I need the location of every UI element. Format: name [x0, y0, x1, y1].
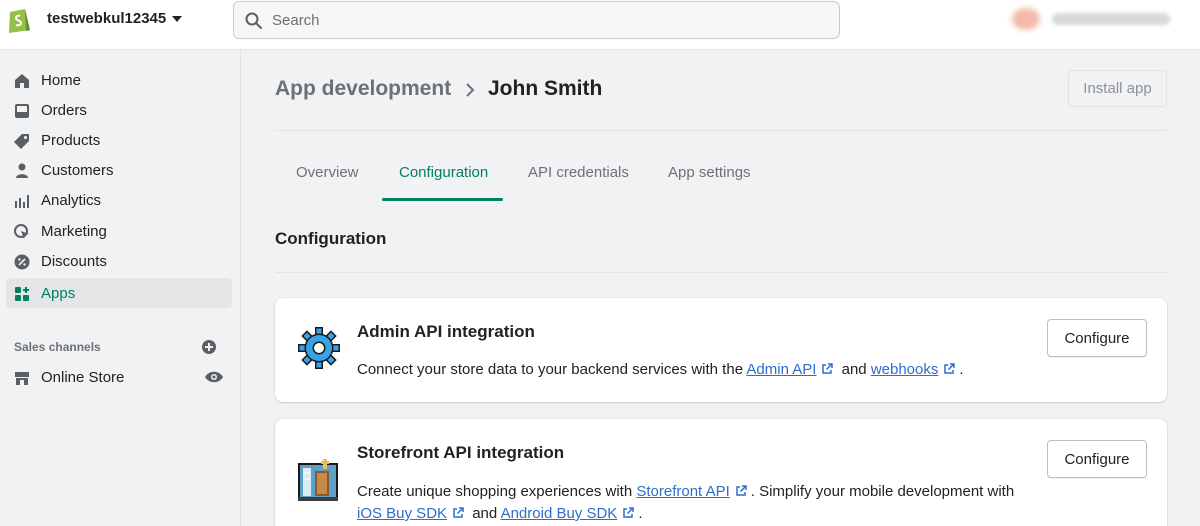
- tab-app-settings[interactable]: App settings: [668, 164, 751, 181]
- admin-api-card: Admin API integration Connect your store…: [275, 298, 1167, 402]
- sidebar-item-analytics[interactable]: Analytics: [6, 185, 232, 215]
- external-link-icon: [736, 485, 747, 496]
- shopify-logo-icon[interactable]: [6, 6, 33, 34]
- search-icon: [245, 12, 262, 29]
- sidebar-item-label: Analytics: [41, 192, 102, 209]
- section-heading: Configuration: [275, 229, 387, 248]
- configure-storefront-api-button[interactable]: Configure: [1047, 440, 1147, 478]
- sidebar-item-online-store[interactable]: Online Store: [6, 362, 232, 392]
- android-buy-sdk-link[interactable]: Android Buy SDK: [501, 505, 618, 522]
- home-icon: [15, 74, 29, 88]
- bar-chart-icon: [15, 195, 29, 208]
- external-link-icon: [822, 363, 834, 374]
- tab-overview[interactable]: Overview: [296, 164, 359, 181]
- sidebar-item-home[interactable]: Home: [6, 65, 232, 95]
- sidebar-item-label: Orders: [41, 102, 87, 119]
- external-link-icon: [453, 507, 464, 518]
- install-app-button[interactable]: Install app: [1068, 70, 1167, 107]
- gear-icon: [298, 327, 340, 369]
- page-title: John Smith: [488, 77, 603, 100]
- chevron-right-icon: [466, 83, 475, 97]
- sidebar-item-label: Discounts: [41, 253, 107, 270]
- sidebar-item-label: Products: [41, 132, 101, 149]
- top-bar: testwebkul12345: [0, 0, 1200, 50]
- sidebar: Home Orders Products Customers Analytics: [0, 50, 241, 526]
- tab-configuration[interactable]: Configuration: [399, 164, 488, 181]
- card-title: Storefront API integration: [357, 443, 565, 462]
- person-icon: [16, 163, 28, 178]
- account-menu[interactable]: [1012, 8, 1192, 30]
- orders-icon: [15, 104, 29, 118]
- description-text: . Simplify your mobile development with: [750, 483, 1015, 500]
- card-description: Connect your store data to your backend …: [357, 359, 1037, 381]
- description-text: and: [472, 505, 498, 522]
- sidebar-item-marketing[interactable]: Marketing: [6, 216, 232, 246]
- sidebar-item-label: Marketing: [41, 223, 107, 240]
- divider: [275, 130, 1167, 131]
- description-text: Create unique shopping experiences with: [357, 483, 637, 500]
- admin-api-link[interactable]: Admin API: [746, 361, 816, 378]
- eye-icon[interactable]: [204, 369, 224, 385]
- divider: [275, 272, 1167, 273]
- external-link-icon: [944, 363, 956, 374]
- sidebar-item-apps[interactable]: Apps: [6, 278, 232, 308]
- sidebar-item-label: Apps: [41, 285, 76, 302]
- store-name[interactable]: testwebkul12345: [47, 10, 166, 27]
- main-content: App development John Smith Install app O…: [242, 50, 1200, 526]
- chevron-down-icon[interactable]: [172, 16, 182, 22]
- apps-icon: [15, 287, 29, 301]
- card-title: Admin API integration: [357, 322, 535, 341]
- account-name-redacted: [1052, 13, 1170, 25]
- storefront-api-card: Storefront API integration Create unique…: [275, 419, 1167, 526]
- webhooks-link[interactable]: webhooks: [871, 361, 939, 378]
- sidebar-item-label: Online Store: [41, 369, 125, 386]
- description-text: .: [959, 361, 964, 378]
- description-text: and: [841, 361, 867, 378]
- marketing-icon: [14, 224, 29, 239]
- description-text: .: [638, 505, 643, 522]
- active-tab-indicator: [382, 198, 503, 201]
- sidebar-item-customers[interactable]: Customers: [6, 155, 232, 185]
- storefront-api-link[interactable]: Storefront API: [636, 483, 729, 500]
- description-text: Connect your store data to your backend …: [357, 361, 747, 378]
- external-link-icon: [623, 507, 635, 518]
- avatar[interactable]: [1012, 8, 1040, 30]
- sidebar-item-label: Home: [41, 72, 82, 89]
- sidebar-item-products[interactable]: Products: [6, 125, 232, 155]
- search-input[interactable]: [272, 2, 832, 38]
- sidebar-item-label: Customers: [41, 162, 114, 179]
- ios-buy-sdk-link[interactable]: iOS Buy SDK: [357, 505, 447, 522]
- sidebar-item-discounts[interactable]: Discounts: [6, 246, 232, 276]
- search-bar[interactable]: [233, 1, 840, 39]
- store-icon: [15, 372, 29, 385]
- storefront-icon: [298, 459, 338, 501]
- sales-channels-heading: Sales channels: [14, 340, 101, 354]
- breadcrumb[interactable]: App development: [275, 77, 451, 101]
- discount-icon: [14, 254, 30, 270]
- configure-admin-api-button[interactable]: Configure: [1047, 319, 1147, 357]
- sidebar-item-orders[interactable]: Orders: [6, 95, 232, 125]
- add-circle-icon[interactable]: [201, 339, 217, 355]
- tag-icon: [14, 134, 29, 149]
- card-description: Create unique shopping experiences with …: [357, 481, 1037, 525]
- tab-api-credentials[interactable]: API credentials: [528, 164, 629, 181]
